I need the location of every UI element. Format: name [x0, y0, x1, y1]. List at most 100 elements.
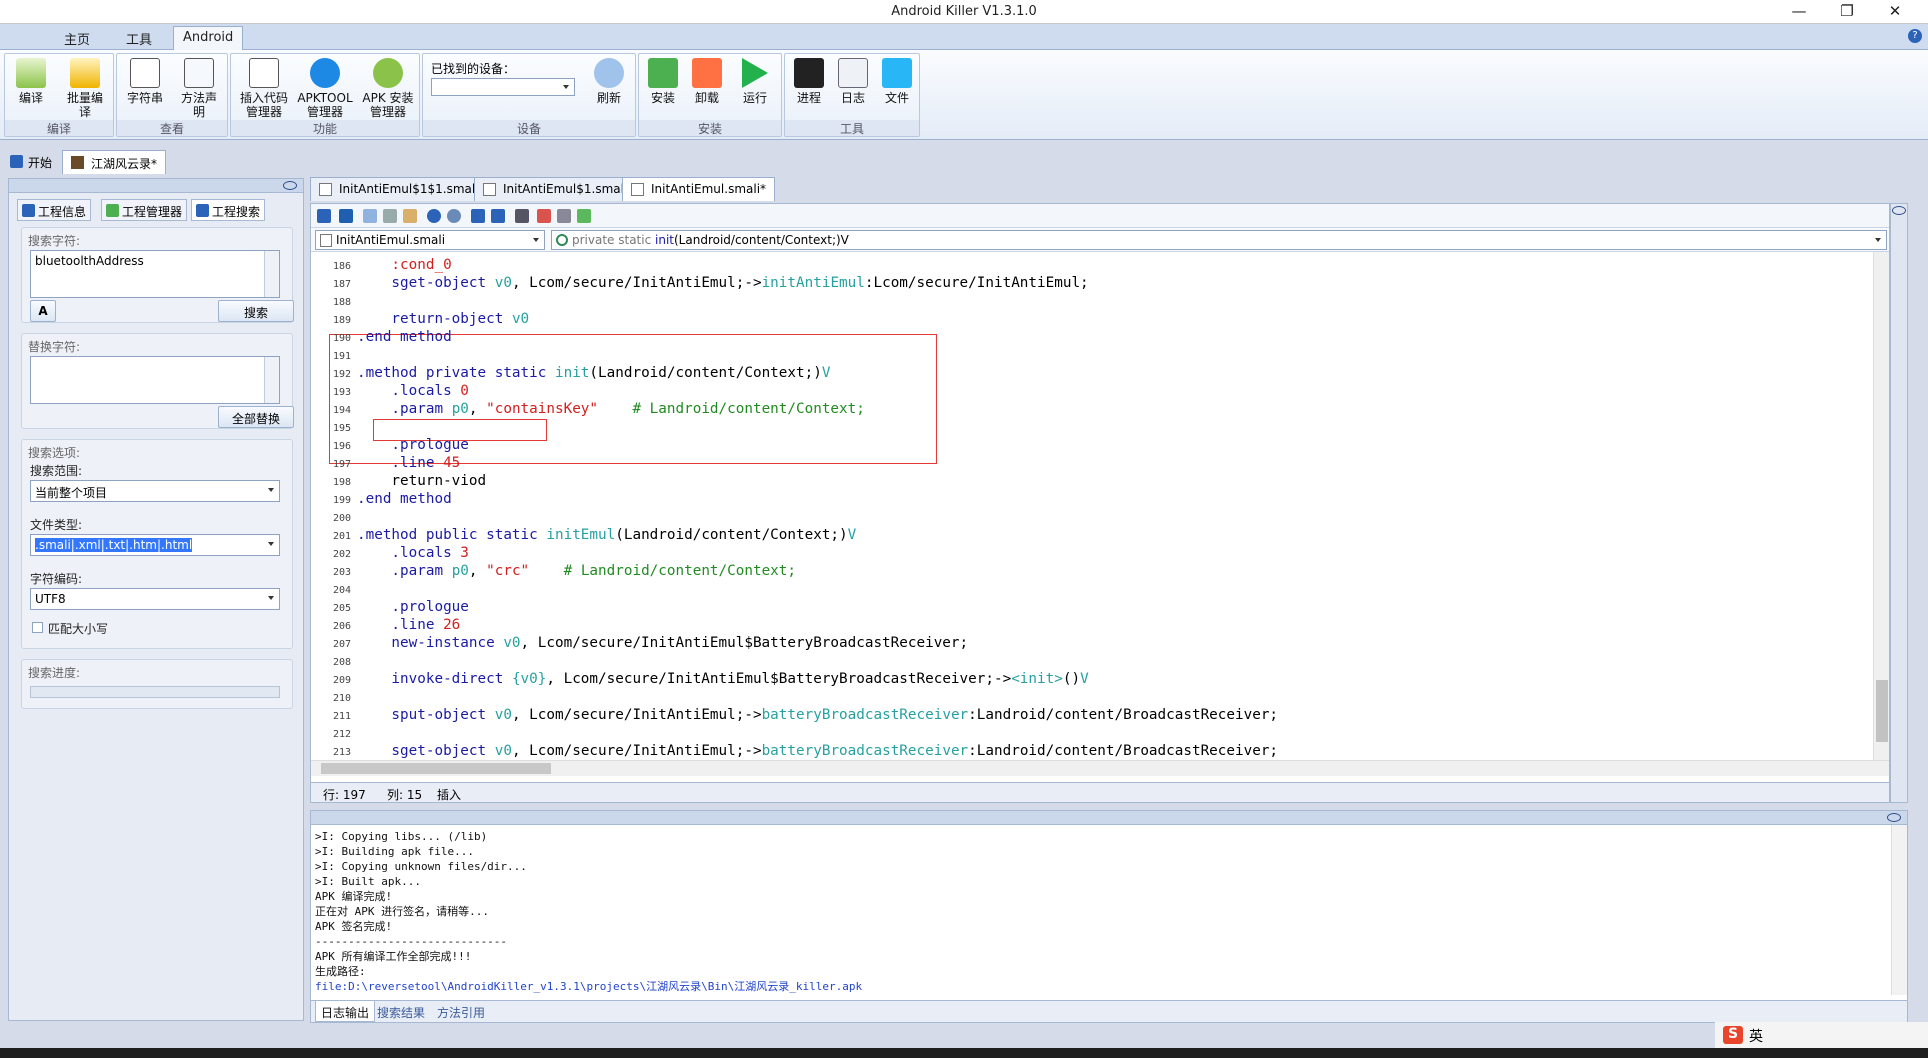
- code-line[interactable]: 198 return-viod: [311, 472, 486, 490]
- editor-tab-3[interactable]: InitAntiEmul.smali*: [622, 177, 776, 201]
- lock-icon[interactable]: [317, 209, 331, 223]
- uninstall-button[interactable]: 卸载: [685, 58, 729, 105]
- code-line[interactable]: 192 .method private static init(Landroid/…: [311, 364, 831, 382]
- cut-icon[interactable]: [383, 209, 397, 223]
- code-line[interactable]: 207 new-instance v0, Lcom/secure/InitAnt…: [311, 634, 968, 652]
- refresh-button[interactable]: 刷新: [587, 58, 631, 105]
- tab-method-refs[interactable]: 方法引用: [437, 1004, 485, 1021]
- install-button[interactable]: 安装: [641, 58, 685, 105]
- apk-install-manager-button[interactable]: APK 安装 管理器: [359, 58, 417, 119]
- eye-icon[interactable]: [1887, 813, 1901, 822]
- tab-tools[interactable]: 工具: [126, 29, 152, 48]
- code-line[interactable]: 189 return-object v0: [311, 310, 529, 328]
- code-line[interactable]: 205 .prologue: [311, 598, 469, 616]
- scope-select[interactable]: 当前整个项目: [30, 480, 280, 502]
- search-input-scrollbar[interactable]: [264, 251, 279, 297]
- code-line[interactable]: 203 .param p0, "crc" # Landroid/content/…: [311, 562, 796, 580]
- match-case-checkbox[interactable]: [32, 622, 43, 633]
- code-line[interactable]: 204: [311, 580, 357, 598]
- code-line[interactable]: 201 .method public static initEmul(Landro…: [311, 526, 856, 544]
- code-line[interactable]: 186 :cond_0: [311, 256, 452, 274]
- apktool-manager-button[interactable]: APKTOOL 管理器: [297, 58, 353, 119]
- file-select[interactable]: InitAntiEmul.smali: [315, 230, 545, 250]
- code-line[interactable]: 213 sget-object v0, Lcom/secure/InitAnti…: [311, 742, 1278, 760]
- code-area[interactable]: 186 :cond_0 187 sget-object v0, Lcom/secu…: [311, 252, 1873, 760]
- horizontal-scroll-thumb[interactable]: [321, 763, 551, 774]
- code-line[interactable]: 193 .locals 0: [311, 382, 469, 400]
- editor-vertical-scrollbar[interactable]: [1873, 252, 1889, 760]
- method-decl-button[interactable]: 方法声 明: [177, 58, 221, 119]
- code-line[interactable]: 200: [311, 508, 357, 526]
- code-line[interactable]: 206 .line 26: [311, 616, 460, 634]
- java-icon[interactable]: [537, 209, 551, 223]
- save-icon[interactable]: [339, 209, 353, 223]
- replace-input-scrollbar[interactable]: [264, 357, 279, 403]
- editor-horizontal-scrollbar[interactable]: [311, 760, 1889, 776]
- editor-selector-bar: InitAntiEmul.smali private static init(L…: [311, 228, 1889, 252]
- tab-project[interactable]: 江湖风云录*: [62, 150, 167, 174]
- batch-compile-button[interactable]: 批量编 译: [63, 58, 107, 119]
- code-line[interactable]: 210: [311, 688, 357, 706]
- code-line[interactable]: 209 invoke-direct {v0}, Lcom/secure/Init…: [311, 670, 1089, 688]
- tab-android[interactable]: Android: [173, 26, 244, 50]
- encoding-select[interactable]: UTF8: [30, 588, 280, 610]
- method-select[interactable]: private static init(Landroid/content/Con…: [551, 230, 1887, 250]
- files-button[interactable]: 文件: [875, 58, 919, 105]
- tree-icon[interactable]: [577, 209, 591, 223]
- minimize-button[interactable]: —: [1782, 2, 1816, 22]
- tab-log-output[interactable]: 日志输出: [315, 1001, 376, 1022]
- code-line[interactable]: 188: [311, 292, 357, 310]
- undo-icon[interactable]: [427, 209, 441, 223]
- ime-language[interactable]: 英: [1749, 1026, 1763, 1046]
- help-icon[interactable]: ?: [1908, 29, 1922, 43]
- log-scrollbar[interactable]: [1891, 825, 1907, 995]
- process-button[interactable]: 进程: [787, 58, 831, 105]
- eye-icon[interactable]: [283, 181, 297, 190]
- tab-start[interactable]: 开始: [4, 150, 60, 174]
- paste-icon[interactable]: [403, 209, 417, 223]
- code-line[interactable]: 211 sput-object v0, Lcom/secure/InitAnti…: [311, 706, 1278, 724]
- log-output-path[interactable]: file:D:\reversetool\AndroidKiller_v1.3.1…: [315, 979, 862, 994]
- ime-icon[interactable]: S: [1723, 1026, 1743, 1044]
- code-line[interactable]: 202 .locals 3: [311, 544, 469, 562]
- editor-tab-2[interactable]: InitAntiEmul$1.smali: [474, 177, 637, 201]
- search-button[interactable]: 搜索: [218, 300, 294, 322]
- code-line[interactable]: 212: [311, 724, 357, 742]
- code-line[interactable]: 190 .end method: [311, 328, 452, 346]
- log-button[interactable]: 日志: [831, 58, 875, 105]
- forward-icon[interactable]: [491, 209, 505, 223]
- code-line[interactable]: 187 sget-object v0, Lcom/secure/InitAnti…: [311, 274, 1089, 292]
- eye-icon[interactable]: [1892, 206, 1906, 215]
- code-line[interactable]: 197 .line 45: [311, 454, 460, 472]
- tab-project-manager[interactable]: 工程管理器: [101, 199, 188, 221]
- run-button[interactable]: 运行: [733, 58, 777, 105]
- code-line[interactable]: 196 .prologue: [311, 436, 469, 454]
- code-insert-manager-button[interactable]: 插入代码 管理器: [237, 58, 291, 119]
- tab-home[interactable]: 主页: [64, 29, 90, 48]
- copy-icon[interactable]: [363, 209, 377, 223]
- replace-input[interactable]: [30, 356, 280, 404]
- redo-icon[interactable]: [447, 209, 461, 223]
- filetype-select[interactable]: .smali|.xml|.txt|.htm|.html: [30, 534, 280, 556]
- tab-project-search[interactable]: 工程搜索: [191, 199, 266, 221]
- format-icon[interactable]: [515, 209, 529, 223]
- restore-button[interactable]: ❐: [1830, 2, 1864, 22]
- match-case-button[interactable]: A: [30, 300, 56, 322]
- code-line[interactable]: 195: [311, 418, 357, 436]
- code-line[interactable]: 199 .end method: [311, 490, 452, 508]
- tab-project-info[interactable]: 工程信息: [17, 199, 92, 221]
- strings-button[interactable]: 字符串: [123, 58, 167, 105]
- editor-tab-1[interactable]: InitAntiEmul$1$1.smali: [310, 177, 488, 201]
- back-icon[interactable]: [471, 209, 485, 223]
- vertical-scroll-thumb[interactable]: [1876, 680, 1888, 742]
- code-line[interactable]: 208: [311, 652, 357, 670]
- tab-search-results[interactable]: 搜索结果: [377, 1004, 425, 1021]
- compile-button[interactable]: 编译: [9, 58, 53, 105]
- close-button[interactable]: ✕: [1878, 2, 1912, 22]
- list-icon[interactable]: [557, 209, 571, 223]
- code-line[interactable]: 194 .param p0, "containsKey" # Landroid/…: [311, 400, 865, 418]
- replace-all-button[interactable]: 全部替换: [218, 406, 294, 428]
- code-line[interactable]: 191: [311, 346, 357, 364]
- device-select[interactable]: [431, 78, 575, 96]
- search-input[interactable]: bluetoolthAddress: [30, 250, 280, 298]
